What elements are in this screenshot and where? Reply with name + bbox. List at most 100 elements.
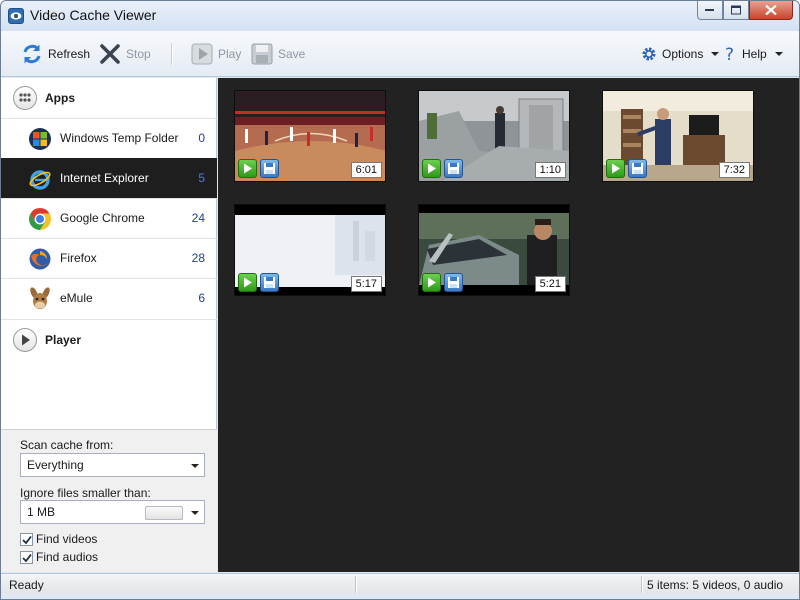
item-count-summary: 5 items: 5 videos, 0 audio: [647, 578, 784, 592]
find-videos-checkbox[interactable]: [20, 532, 33, 546]
video-duration: 5:21: [534, 276, 566, 292]
sidebar-item-windows-temp[interactable]: Windows Temp Folder 0: [1, 118, 217, 158]
sidebar-item-google-chrome[interactable]: Google Chrome 24: [1, 198, 217, 238]
firefox-icon: [28, 247, 52, 271]
app-window: Video Cache Viewer Refresh Stop Play Sav…: [0, 0, 800, 600]
refresh-label: Refresh: [48, 47, 91, 61]
sidebar: Apps Windows Temp Folder 0 Internet Expl…: [1, 78, 217, 572]
ignore-size-label: Ignore files smaller than:: [20, 486, 151, 500]
sidebar-item-label: Windows Temp Folder: [60, 131, 179, 145]
chevron-down-icon: [191, 511, 199, 515]
play-video-button[interactable]: [238, 159, 257, 178]
sidebar-item-label: Firefox: [60, 251, 97, 265]
video-duration: 6:01: [350, 162, 382, 178]
video-thumbnail[interactable]: 6:01: [234, 90, 386, 182]
play-button[interactable]: Play: [191, 41, 241, 67]
play-video-button[interactable]: [422, 273, 441, 292]
video-thumbnail[interactable]: 1:10: [418, 90, 570, 182]
gear-icon: [641, 46, 657, 62]
help-menu-button[interactable]: ? Help: [725, 41, 783, 67]
options-menu-button[interactable]: Options: [641, 41, 720, 67]
status-divider: [355, 576, 356, 593]
app-eye-icon: [8, 8, 24, 24]
find-audios-checkbox[interactable]: [20, 550, 33, 564]
play-video-button[interactable]: [422, 159, 441, 178]
player-section-header[interactable]: Player: [1, 319, 217, 359]
sidebar-item-count: 28: [191, 251, 205, 265]
save-video-button[interactable]: [444, 159, 463, 178]
windows-icon: [28, 127, 52, 151]
sidebar-item-internet-explorer[interactable]: Internet Explorer 5: [1, 158, 217, 198]
find-audios-label: Find audios: [36, 550, 99, 564]
toolbar: Refresh Stop Play Save Options ? Help: [1, 31, 799, 77]
toolbar-separator: [171, 43, 172, 65]
scan-cache-dropdown[interactable]: Everything: [20, 453, 205, 477]
save-video-button[interactable]: [628, 159, 647, 178]
scan-cache-value: Everything: [27, 458, 84, 472]
chevron-down-icon: [774, 52, 783, 56]
play-label: Play: [218, 47, 242, 61]
sidebar-item-count: 5: [198, 171, 205, 185]
sidebar-item-count: 0: [198, 131, 205, 145]
video-thumbnail[interactable]: 7:32: [602, 90, 754, 182]
play-circle-icon: [13, 327, 37, 352]
window-controls: [697, 1, 793, 21]
save-label: Save: [278, 47, 306, 61]
svg-text:?: ?: [725, 45, 734, 63]
window-title: Video Cache Viewer: [30, 7, 157, 23]
find-audios-checkbox-row[interactable]: Find audios: [20, 550, 98, 564]
stop-button[interactable]: Stop: [99, 41, 151, 67]
save-video-button[interactable]: [260, 159, 279, 178]
play-video-button[interactable]: [238, 273, 257, 292]
maximize-button[interactable]: [723, 1, 749, 20]
sidebar-item-label: eMule: [60, 291, 93, 305]
player-header-label: Player: [45, 332, 82, 347]
save-video-button[interactable]: [260, 273, 279, 292]
sidebar-item-count: 6: [198, 291, 205, 305]
min-size-value: 1 MB: [27, 505, 56, 519]
min-size-dropdown[interactable]: 1 MB: [20, 500, 205, 524]
options-label: Options: [662, 47, 704, 61]
save-button[interactable]: Save: [251, 41, 305, 67]
play-icon: [191, 43, 213, 65]
chevron-down-icon: [711, 52, 720, 56]
sidebar-item-emule[interactable]: eMule 6: [1, 278, 217, 318]
minimize-button[interactable]: [697, 1, 723, 20]
chrome-icon: [28, 207, 52, 231]
stop-x-icon: [99, 43, 121, 65]
find-videos-label: Find videos: [36, 532, 98, 546]
title-bar[interactable]: Video Cache Viewer: [1, 1, 799, 31]
apps-header-label: Apps: [45, 91, 75, 105]
refresh-icon: [21, 43, 43, 65]
apps-section-header[interactable]: Apps: [1, 78, 217, 118]
status-divider: [641, 576, 642, 593]
scan-cache-label: Scan cache from:: [20, 438, 114, 452]
video-thumbnail[interactable]: 5:17: [234, 204, 386, 296]
video-duration: 1:10: [534, 162, 566, 178]
save-video-button[interactable]: [444, 273, 463, 292]
sidebar-item-firefox[interactable]: Firefox 28: [1, 238, 217, 278]
emule-icon: [28, 287, 52, 311]
question-mark-icon: ?: [725, 45, 737, 65]
status-bar: Ready 5 items: 5 videos, 0 audio: [1, 573, 799, 594]
play-video-button[interactable]: [606, 159, 625, 178]
refresh-button[interactable]: Refresh: [21, 41, 90, 67]
filter-panel: Scan cache from: Everything Ignore files…: [1, 429, 217, 572]
chevron-down-icon: [191, 464, 199, 468]
video-grid: 6:01 1:10 7:32 5:17 5:21: [218, 78, 799, 572]
close-button[interactable]: [749, 1, 793, 20]
status-text: Ready: [9, 578, 44, 592]
apps-grid-icon: [13, 86, 37, 110]
stop-label: Stop: [126, 47, 151, 61]
size-slider[interactable]: [145, 506, 183, 520]
internet-explorer-icon: [28, 167, 52, 191]
sidebar-item-label: Google Chrome: [60, 211, 145, 225]
floppy-disk-icon: [251, 43, 273, 65]
video-thumbnail[interactable]: 5:21: [418, 204, 570, 296]
video-duration: 5:17: [350, 276, 382, 292]
sidebar-item-label: Internet Explorer: [60, 171, 149, 185]
video-duration: 7:32: [718, 162, 750, 178]
sidebar-item-count: 24: [191, 211, 205, 225]
help-label: Help: [742, 47, 767, 61]
find-videos-checkbox-row[interactable]: Find videos: [20, 532, 97, 546]
